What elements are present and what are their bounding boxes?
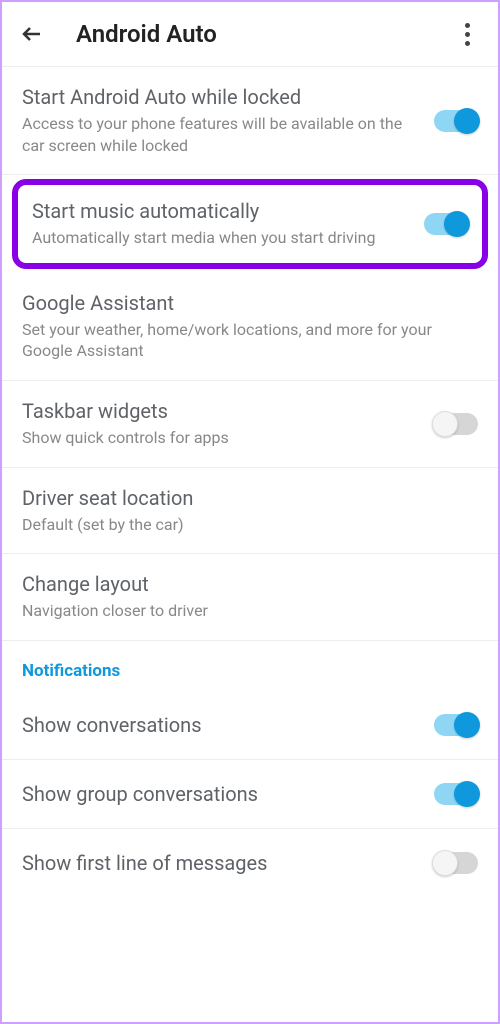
item-title: Google Assistant <box>22 291 478 315</box>
back-icon[interactable] <box>18 20 46 48</box>
item-title: Change layout <box>22 572 478 596</box>
item-title: Show conversations <box>22 713 434 737</box>
item-show-conversations[interactable]: Show conversations <box>2 691 498 760</box>
more-icon[interactable] <box>458 23 482 46</box>
item-google-assistant[interactable]: Google Assistant Set your weather, home/… <box>2 273 498 381</box>
item-subtitle: Navigation closer to driver <box>22 600 478 622</box>
toggle-start-locked[interactable] <box>434 110 478 132</box>
item-title: Start Android Auto while locked <box>22 85 420 109</box>
section-notifications: Notifications <box>2 641 498 691</box>
item-subtitle: Access to your phone features will be av… <box>22 113 420 156</box>
item-start-locked[interactable]: Start Android Auto while locked Access t… <box>2 67 498 175</box>
settings-list: Start Android Auto while locked Access t… <box>2 67 498 897</box>
item-title: Show first line of messages <box>22 851 434 875</box>
page-title: Android Auto <box>76 20 458 48</box>
item-subtitle: Show quick controls for apps <box>22 427 420 449</box>
item-subtitle: Default (set by the car) <box>22 514 478 536</box>
highlight-start-music: Start music automatically Automatically … <box>12 179 488 269</box>
item-subtitle: Automatically start media when you start… <box>32 227 410 249</box>
item-taskbar-widgets[interactable]: Taskbar widgets Show quick controls for … <box>2 381 498 468</box>
item-title: Show group conversations <box>22 782 434 806</box>
item-subtitle: Set your weather, home/work locations, a… <box>22 319 478 362</box>
item-start-music[interactable]: Start music automatically Automatically … <box>18 185 482 263</box>
item-change-layout[interactable]: Change layout Navigation closer to drive… <box>2 554 498 641</box>
item-title: Taskbar widgets <box>22 399 420 423</box>
item-show-group-conversations[interactable]: Show group conversations <box>2 760 498 829</box>
toggle-show-first-line[interactable] <box>434 852 478 874</box>
item-driver-seat[interactable]: Driver seat location Default (set by the… <box>2 468 498 555</box>
header: Android Auto <box>2 2 498 67</box>
toggle-taskbar-widgets[interactable] <box>434 413 478 435</box>
toggle-start-music[interactable] <box>424 213 468 235</box>
toggle-show-group-conversations[interactable] <box>434 783 478 805</box>
item-title: Driver seat location <box>22 486 478 510</box>
item-show-first-line[interactable]: Show first line of messages <box>2 829 498 897</box>
toggle-show-conversations[interactable] <box>434 714 478 736</box>
item-title: Start music automatically <box>32 199 410 223</box>
